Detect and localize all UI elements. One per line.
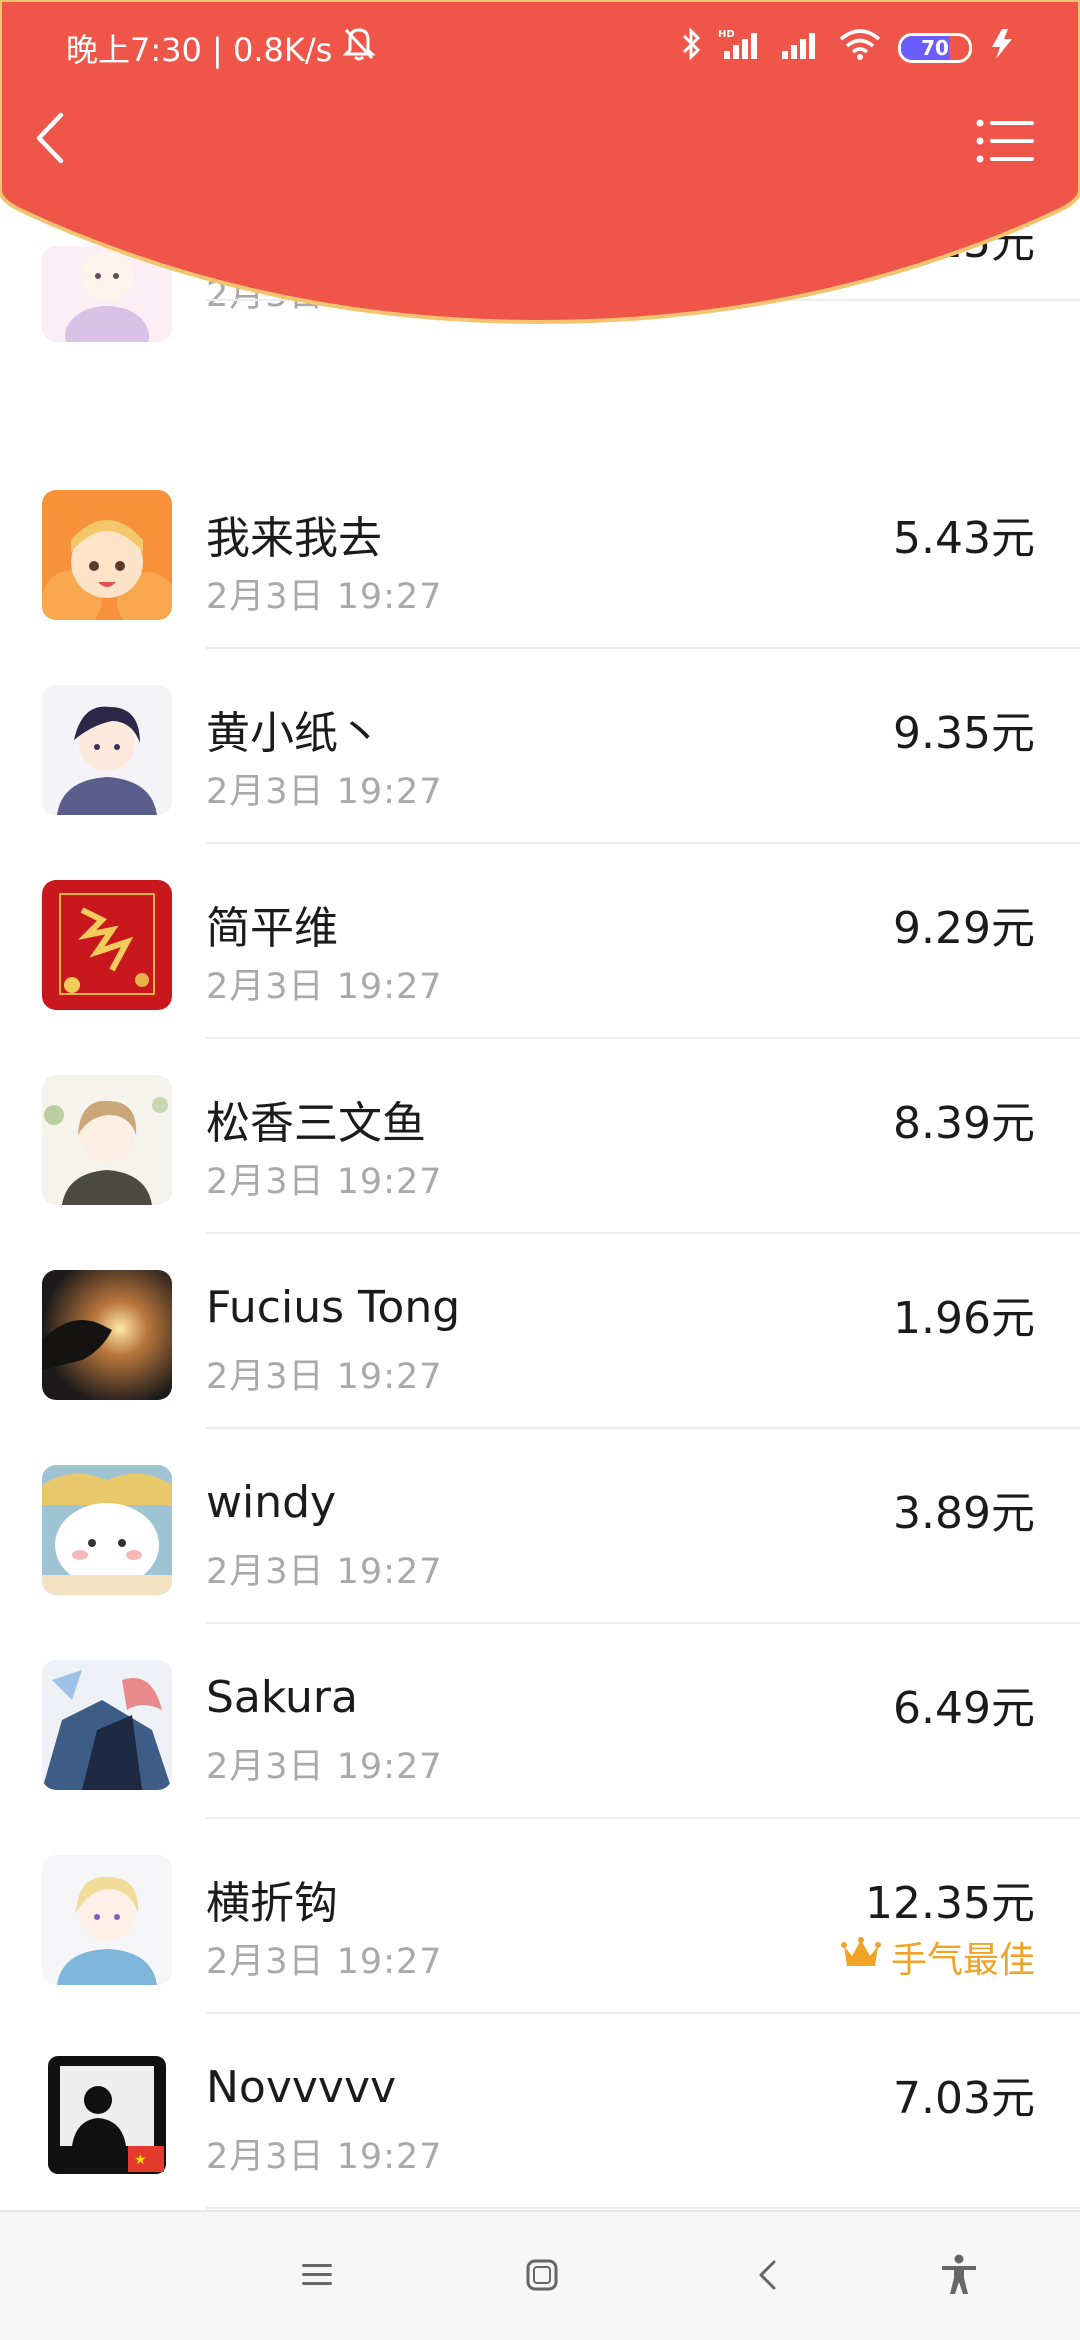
record-time: 2月3日 19:27 — [206, 1747, 443, 1787]
avatar: ★ — [42, 2050, 172, 2180]
record-time: 2月3日 19:27 — [206, 2137, 443, 2177]
record-amount: 3.89元 — [893, 1488, 1035, 1539]
divider — [206, 299, 1080, 301]
back-icon — [756, 2258, 780, 2296]
bluetooth-icon — [680, 27, 702, 69]
avatar — [42, 246, 172, 342]
record-name: 黄小纸丶 — [206, 708, 382, 759]
record-name: Novvvvv — [206, 2062, 397, 2113]
wifi-icon — [838, 27, 882, 69]
record-amount: 7.03元 — [893, 2073, 1035, 2124]
divider — [206, 2207, 1080, 2209]
list-item[interactable]: 我来我去 2月3日 19:27 5.43元 — [0, 454, 1080, 649]
menu-button[interactable] — [972, 110, 1038, 176]
record-time: 2月3日 19:27 — [206, 772, 443, 812]
record-time: 2月3日 19:27 — [206, 1552, 443, 1592]
svg-text:HD: HD — [718, 29, 735, 40]
list-item[interactable]: 横折钩 2月3日 19:27 12.35元 手气最佳 — [0, 1819, 1080, 2014]
signal-hd-icon: HD — [718, 27, 762, 69]
status-bar: 晚上7:30 | 0.8K/s HD 70 — [0, 0, 1080, 96]
record-amount: 8.39元 — [893, 1098, 1035, 1149]
record-amount: 5.43元 — [893, 513, 1035, 564]
record-amount: 1.96元 — [893, 1293, 1035, 1344]
accessibility-button[interactable] — [924, 2242, 994, 2312]
avatar — [42, 880, 172, 1010]
list-item[interactable]: 🍉 2月3日 19:29 5.25元 — [0, 215, 1080, 421]
signal-icon — [778, 27, 822, 69]
crown-icon — [840, 1936, 881, 1979]
list-item[interactable]: 黄小纸丶 2月3日 19:27 9.35元 — [0, 649, 1080, 844]
record-name: Fucius Tong — [206, 1282, 461, 1333]
mute-icon — [342, 26, 376, 70]
best-luck-label: 手气最佳 — [890, 1940, 1035, 1981]
chevron-left-icon — [33, 111, 67, 169]
record-time: 2月3日 19:27 — [206, 1942, 443, 1982]
record-amount: 5.25元 — [893, 217, 1035, 268]
list-item[interactable]: Sakura 2月3日 19:27 6.49元 — [0, 1624, 1080, 1819]
back-nav-button[interactable] — [733, 2242, 803, 2312]
record-amount: 12.35元 — [865, 1878, 1035, 1929]
best-luck-badge: 手气最佳 — [840, 1931, 1035, 1983]
record-time: 2月3日 19:27 — [206, 577, 443, 617]
avatar — [42, 1465, 172, 1595]
record-amount: 9.29元 — [893, 903, 1035, 954]
record-name: 🍉 — [206, 215, 261, 266]
avatar — [42, 490, 172, 620]
svg-text:★: ★ — [134, 2152, 147, 2168]
avatar — [42, 1270, 172, 1400]
record-name: 松香三文鱼 — [206, 1098, 426, 1149]
record-name: 横折钩 — [206, 1878, 338, 1929]
avatar — [42, 1075, 172, 1205]
list-menu-icon — [976, 118, 1034, 168]
home-button[interactable] — [507, 2242, 577, 2312]
back-button[interactable] — [20, 110, 80, 170]
menu-icon — [300, 2260, 334, 2294]
charging-icon — [988, 27, 1018, 69]
record-time: 2月3日 19:29 — [206, 275, 443, 315]
record-amount: 9.35元 — [893, 708, 1035, 759]
record-amount: 6.49元 — [893, 1683, 1035, 1734]
list-item[interactable]: 松香三文鱼 2月3日 19:27 8.39元 — [0, 1039, 1080, 1234]
avatar — [42, 1855, 172, 1985]
record-name: windy — [206, 1477, 337, 1528]
record-name: 简平维 — [206, 903, 338, 954]
list-item[interactable]: Fucius Tong 2月3日 19:27 1.96元 — [0, 1234, 1080, 1429]
battery-level: 70 — [921, 36, 949, 60]
home-icon — [525, 2258, 559, 2296]
status-time: 晚上7:30 | 0.8K/s — [66, 31, 333, 69]
list-item[interactable]: 简平维 2月3日 19:27 9.29元 — [0, 844, 1080, 1039]
record-time: 2月3日 19:27 — [206, 1357, 443, 1397]
list-item[interactable]: ★ Novvvvv 2月3日 19:27 7.03元 — [0, 2014, 1080, 2209]
accessibility-icon — [939, 2254, 979, 2300]
recent-apps-button[interactable] — [282, 2242, 352, 2312]
system-nav-bar — [0, 2210, 1080, 2340]
record-time: 2月3日 19:27 — [206, 967, 443, 1007]
avatar — [42, 685, 172, 815]
battery-icon: 70 — [898, 33, 972, 63]
record-name: 我来我去 — [206, 513, 382, 564]
record-time: 2月3日 19:27 — [206, 1162, 443, 1202]
record-name: Sakura — [206, 1672, 358, 1723]
list-item[interactable]: windy 2月3日 19:27 3.89元 — [0, 1429, 1080, 1624]
avatar — [42, 1660, 172, 1790]
